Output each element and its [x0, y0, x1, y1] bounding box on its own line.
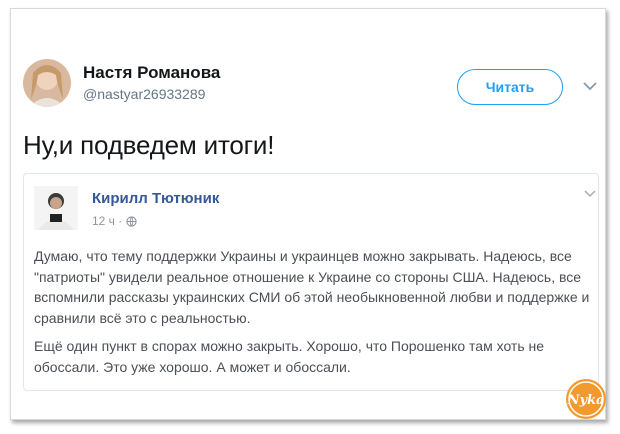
post-paragraph: Ещё один пункт в спорах можно закрыть. Х… [34, 338, 545, 375]
globe-icon [126, 215, 137, 227]
tweet-text: Ну,и подведем итоги! [23, 130, 275, 160]
post-author-avatar[interactable] [34, 186, 78, 230]
chevron-down-icon[interactable] [584, 190, 596, 198]
author-handle[interactable]: @nastyar26933289 [83, 86, 205, 102]
follow-button[interactable]: Читать [457, 69, 563, 105]
tweet-card: Настя Романова @nastyar26933289 Читать Н… [10, 8, 606, 420]
post-time[interactable]: 12 ч · [92, 214, 122, 228]
author-name[interactable]: Настя Романова [83, 63, 220, 83]
logo-text: Nyka [567, 393, 605, 408]
nyka-logo: Nyka [566, 379, 606, 419]
embedded-facebook-post[interactable]: Кирилл Тютюник 12 ч · Думаю, что тему по… [23, 173, 599, 391]
author-avatar[interactable] [23, 59, 71, 107]
chevron-down-icon[interactable] [583, 81, 597, 91]
post-author-name[interactable]: Кирилл Тютюник [92, 190, 219, 207]
post-paragraph: Думаю, что тему поддержки Украины и укра… [34, 248, 590, 326]
post-text: Думаю, что тему поддержки Украины и укра… [34, 246, 590, 385]
post-meta: 12 ч · [92, 214, 137, 228]
